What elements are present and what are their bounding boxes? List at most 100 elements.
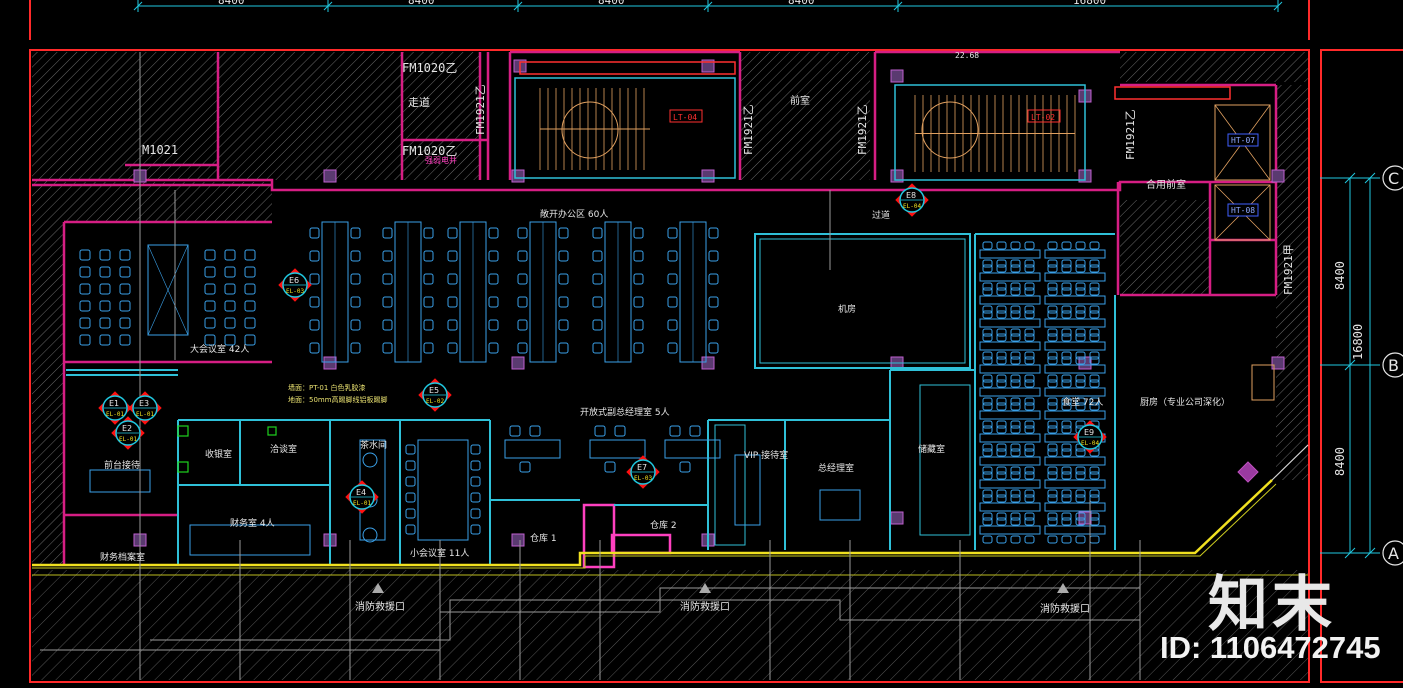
chair	[1010, 259, 1021, 268]
chair	[633, 296, 644, 308]
meeting-chair	[405, 460, 416, 471]
chair	[558, 296, 569, 308]
chair	[1089, 310, 1100, 319]
chair	[1061, 420, 1072, 429]
chair	[982, 305, 993, 314]
chair	[996, 356, 1007, 365]
tag-ref: EL-01	[353, 500, 371, 507]
chair	[447, 273, 458, 285]
canteen-table	[1044, 272, 1106, 282]
chair	[592, 250, 603, 262]
manager-desk	[589, 439, 646, 459]
tag-id: E2	[122, 424, 132, 433]
axis-label-a: A	[1388, 544, 1399, 563]
chair	[1047, 425, 1058, 434]
chair	[1075, 264, 1086, 273]
meeting-chair	[224, 300, 236, 312]
chair	[529, 425, 541, 437]
chair	[996, 471, 1007, 480]
meeting-chair	[470, 476, 481, 487]
chair	[309, 342, 320, 354]
chair	[517, 342, 528, 354]
chair	[1089, 282, 1100, 291]
room-passage: 过道	[872, 209, 890, 221]
chair	[1061, 494, 1072, 503]
chair	[350, 319, 361, 331]
chair	[1047, 517, 1058, 526]
top-note: 22.68	[955, 51, 979, 60]
chair	[592, 342, 603, 354]
chair	[488, 250, 499, 262]
chair	[1024, 448, 1035, 457]
chair	[447, 319, 458, 331]
chair	[982, 310, 993, 319]
room-finance: 财务室 4人	[230, 517, 275, 529]
chair	[309, 296, 320, 308]
chair	[1089, 305, 1100, 314]
chair	[1075, 259, 1086, 268]
room-finance-archive: 财务档案室	[100, 551, 145, 563]
fire-rescue-3: 消防救援口	[1040, 602, 1090, 615]
meeting-chair	[204, 266, 216, 278]
chair	[982, 489, 993, 498]
chair	[1047, 535, 1058, 544]
partitions	[66, 233, 1116, 565]
chair	[1061, 517, 1072, 526]
chair	[982, 535, 993, 544]
chair	[996, 351, 1007, 360]
chair	[996, 420, 1007, 429]
chair	[423, 273, 434, 285]
chair	[667, 250, 678, 262]
chair	[1024, 443, 1035, 452]
chair	[1024, 305, 1035, 314]
chair	[1010, 379, 1021, 388]
chair	[982, 402, 993, 411]
chair	[982, 379, 993, 388]
floor-plan-drawing: 8400 8400 8400 8400 16800 LT-04 LT-02 HT…	[29, 0, 1403, 683]
canteen-table	[1044, 502, 1106, 512]
chair	[1061, 356, 1072, 365]
chair	[1061, 305, 1072, 314]
room-small-meeting: 小会议室 11人	[410, 547, 469, 559]
chair	[1047, 379, 1058, 388]
meeting-chair	[224, 249, 236, 261]
chair	[423, 319, 434, 331]
tag-ref: EL-01	[119, 436, 137, 443]
chair	[423, 250, 434, 262]
lift-tag-lt2: LT-02	[1031, 113, 1055, 122]
chair	[447, 296, 458, 308]
room-corridor: 走道	[408, 95, 430, 109]
chair	[1010, 489, 1021, 498]
chair	[382, 227, 393, 239]
tag-id: E1	[109, 399, 119, 408]
chair	[996, 333, 1007, 342]
chair	[996, 259, 1007, 268]
meeting-chair	[470, 492, 481, 503]
chair	[1061, 443, 1072, 452]
chair	[996, 402, 1007, 411]
column	[511, 356, 525, 370]
chair	[1075, 374, 1086, 383]
canteen-table	[979, 341, 1041, 351]
chair	[1061, 512, 1072, 521]
chair	[1061, 379, 1072, 388]
room-storage2: 仓库 2	[650, 519, 677, 531]
meeting-chair	[99, 334, 111, 346]
chair	[1047, 402, 1058, 411]
room-vip: VIP 接待室	[744, 449, 788, 461]
canteen-table	[979, 249, 1041, 259]
chair	[1075, 328, 1086, 337]
chair	[982, 287, 993, 296]
chair	[517, 296, 528, 308]
chair	[1089, 466, 1100, 475]
chair	[1024, 535, 1035, 544]
canteen-table	[1044, 456, 1106, 466]
canteen-table	[979, 502, 1041, 512]
chair	[982, 420, 993, 429]
chair	[1089, 379, 1100, 388]
axis-label-b: B	[1388, 356, 1399, 375]
chair	[1024, 241, 1035, 250]
chair	[1047, 310, 1058, 319]
chair	[1010, 517, 1021, 526]
top-dim-text: 8400	[788, 0, 815, 7]
